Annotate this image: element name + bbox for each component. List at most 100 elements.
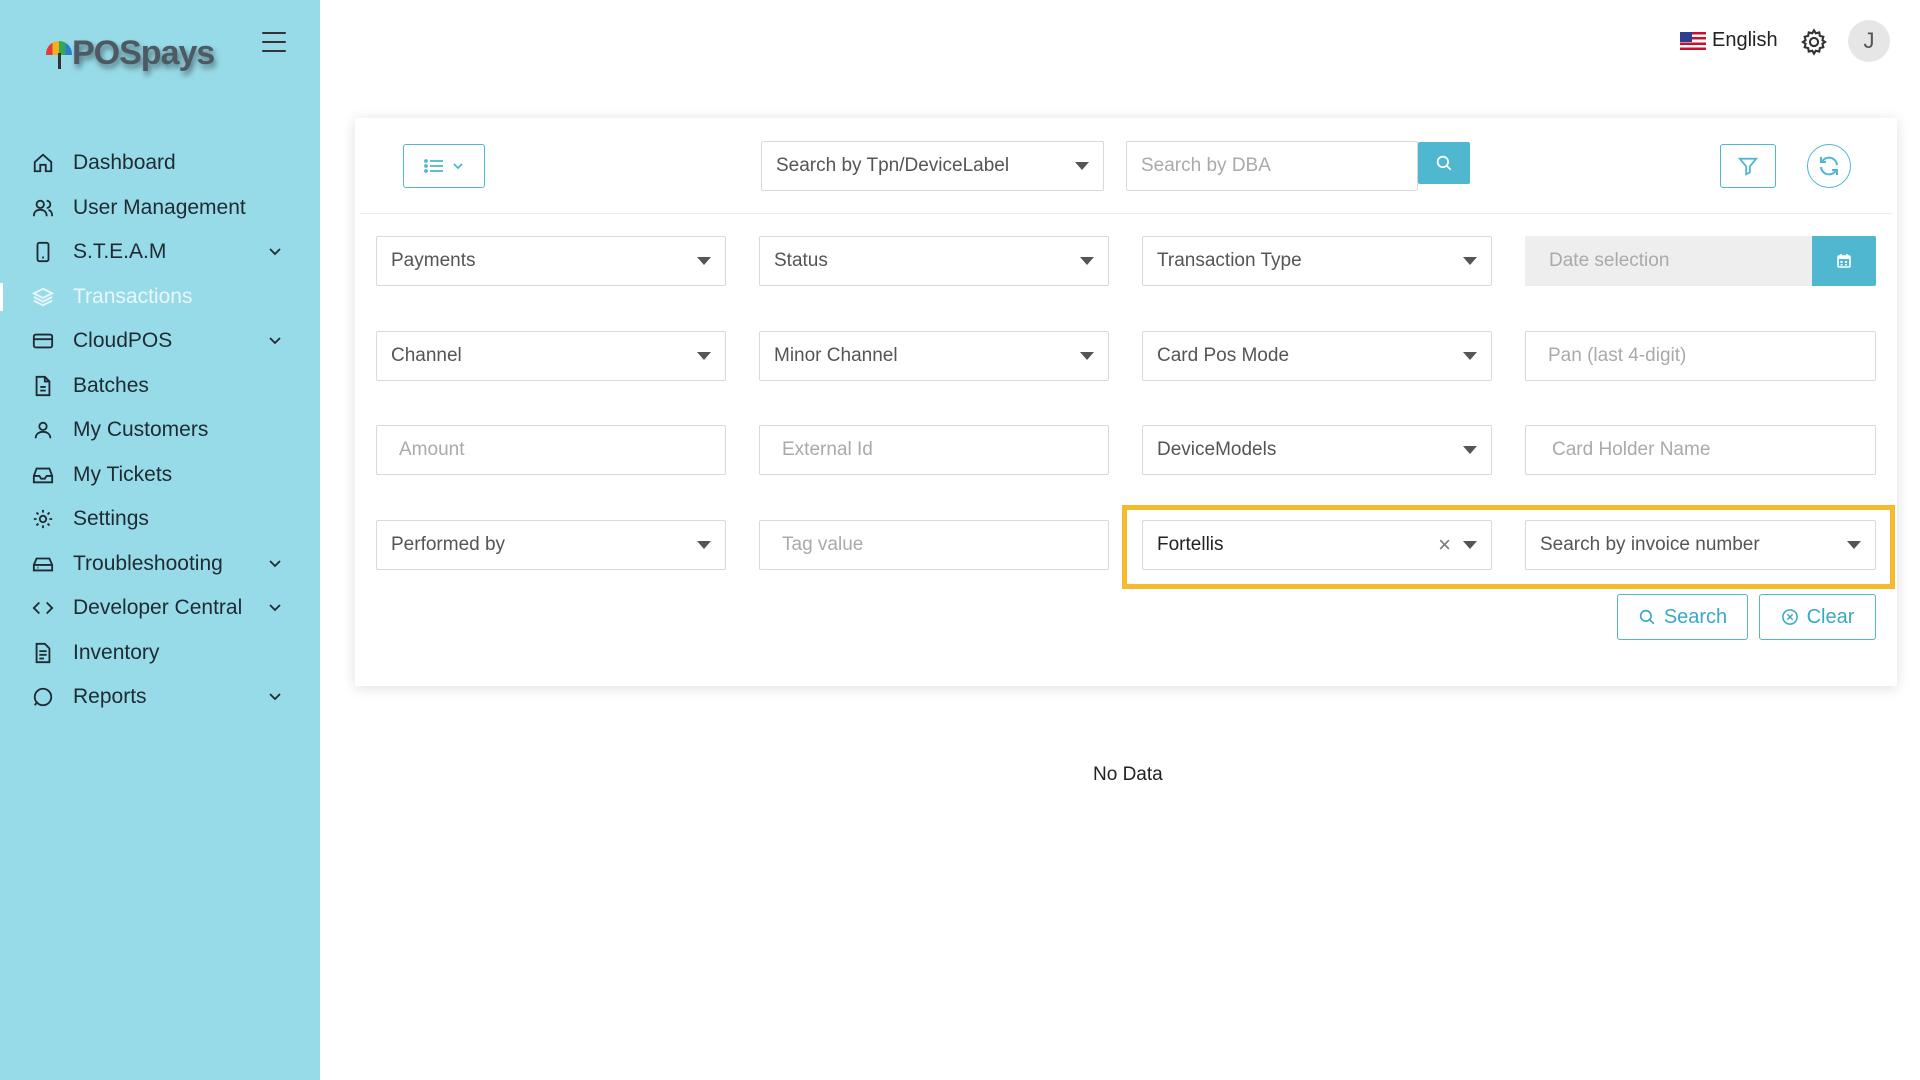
- transaction-type-select-value: Transaction Type: [1157, 250, 1302, 271]
- sidebar-item-batches[interactable]: Batches: [0, 364, 320, 409]
- filter-icon: [1737, 157, 1759, 176]
- chat-icon: [32, 686, 54, 708]
- home-icon: [32, 152, 54, 174]
- caret-down-icon: [1075, 162, 1089, 170]
- clear-button[interactable]: Clear: [1759, 594, 1876, 640]
- filter-toggle-button[interactable]: [1720, 144, 1776, 188]
- device-icon: [32, 241, 54, 263]
- search-button-label: Search: [1663, 605, 1728, 628]
- caret-down-icon: [697, 541, 711, 549]
- gear-icon: [32, 508, 54, 530]
- sidebar-item-label: Troubleshooting: [73, 551, 223, 575]
- tag-value-input[interactable]: Tag value: [759, 520, 1109, 570]
- inbox-icon: [32, 464, 54, 486]
- sidebar-item-label: Transactions: [73, 284, 193, 308]
- sidebar-item-label: Batches: [73, 373, 149, 397]
- caret-down-icon: [1847, 541, 1861, 549]
- amount-placeholder: Amount: [399, 439, 465, 460]
- divider: [360, 213, 1892, 214]
- status-select[interactable]: Status: [759, 236, 1109, 286]
- drive-icon: [32, 553, 54, 575]
- logo-text: POSpays: [72, 34, 215, 72]
- date-selection-placeholder: Date selection: [1549, 250, 1670, 271]
- external-id-input[interactable]: External Id: [759, 425, 1109, 475]
- sidebar-item-developer-central[interactable]: Developer Central: [0, 586, 320, 631]
- caret-down-icon: [697, 352, 711, 360]
- card-holder-name-input[interactable]: Card Holder Name: [1525, 425, 1876, 475]
- sidebar-item-my-tickets[interactable]: My Tickets: [0, 453, 320, 498]
- card-pos-mode-select[interactable]: Card Pos Mode: [1142, 331, 1492, 381]
- transaction-type-select[interactable]: Transaction Type: [1142, 236, 1492, 286]
- minor-channel-select-value: Minor Channel: [774, 345, 898, 366]
- sidebar-item-transactions[interactable]: Transactions: [0, 275, 320, 320]
- sidebar-item-my-customers[interactable]: My Customers: [0, 408, 320, 453]
- clear-button-label: Clear: [1806, 605, 1855, 628]
- sidebar-item-label: Reports: [73, 685, 147, 709]
- card-icon: [32, 330, 54, 352]
- sidebar-item-label: My Tickets: [73, 462, 173, 486]
- calendar-icon: [1837, 254, 1851, 268]
- chevron-down-icon: [269, 693, 281, 701]
- refresh-button[interactable]: [1807, 144, 1851, 188]
- sidebar-item-label: S.T.E.A.M: [73, 240, 167, 264]
- view-options-button[interactable]: [403, 144, 485, 188]
- dba-search-placeholder: Search by DBA: [1141, 155, 1271, 176]
- avatar[interactable]: J: [1848, 20, 1890, 62]
- date-picker-button[interactable]: [1812, 236, 1876, 286]
- clear-selection-icon[interactable]: ×: [1438, 534, 1451, 556]
- sidebar-item-troubleshooting[interactable]: Troubleshooting: [0, 542, 320, 587]
- sidebar-item-inventory[interactable]: Inventory: [0, 631, 320, 676]
- performed-by-select[interactable]: Performed by: [376, 520, 726, 570]
- sidebar-item-settings[interactable]: Settings: [0, 497, 320, 542]
- payments-select[interactable]: Payments: [376, 236, 726, 286]
- user-icon: [32, 419, 54, 441]
- caret-down-icon: [1463, 446, 1477, 454]
- umbrella-logo-icon: [42, 39, 76, 69]
- caret-down-icon: [1463, 541, 1477, 549]
- sidebar-item-label: Inventory: [73, 640, 160, 664]
- sidebar-item-steam[interactable]: S.T.E.A.M: [0, 230, 320, 275]
- sidebar-item-user-management[interactable]: User Management: [0, 186, 320, 231]
- sidebar-nav: Dashboard User Management S.T.E.A.M Tran…: [0, 141, 320, 720]
- dba-search-input[interactable]: Search by DBA: [1126, 141, 1418, 191]
- sidebar-item-cloudpos[interactable]: CloudPOS: [0, 319, 320, 364]
- sidebar-item-label: User Management: [73, 195, 246, 219]
- date-selection-input[interactable]: Date selection: [1525, 236, 1812, 286]
- channel-select[interactable]: Channel: [376, 331, 726, 381]
- device-models-select-value: DeviceModels: [1157, 439, 1277, 460]
- amount-input[interactable]: Amount: [376, 425, 726, 475]
- minor-channel-select[interactable]: Minor Channel: [759, 331, 1109, 381]
- refresh-icon: [1820, 156, 1838, 176]
- settings-gear-icon[interactable]: [1800, 28, 1828, 56]
- pan-placeholder: Pan (last 4-digit): [1548, 345, 1687, 366]
- chevron-down-icon: [453, 163, 463, 170]
- chevron-down-icon: [269, 559, 281, 567]
- pan-last-4-input[interactable]: Pan (last 4-digit): [1525, 331, 1876, 381]
- dba-search-button[interactable]: [1418, 142, 1470, 184]
- caret-down-icon: [1080, 257, 1094, 265]
- list-icon: [424, 159, 443, 173]
- caret-down-icon: [697, 257, 711, 265]
- card-holder-placeholder: Card Holder Name: [1552, 439, 1711, 460]
- search-button[interactable]: Search: [1617, 594, 1748, 640]
- document-icon: [32, 642, 54, 664]
- sidebar-item-label: Settings: [73, 507, 149, 531]
- users-icon: [32, 197, 54, 219]
- sidebar-item-label: CloudPOS: [73, 329, 173, 353]
- file-icon: [32, 375, 54, 397]
- hamburger-menu-icon[interactable]: [262, 32, 286, 52]
- status-select-value: Status: [774, 250, 828, 271]
- sidebar-item-reports[interactable]: Reports: [0, 675, 320, 720]
- invoice-number-placeholder: Search by invoice number: [1540, 534, 1760, 555]
- tpn-device-label-select[interactable]: Search by Tpn/DeviceLabel: [761, 141, 1104, 191]
- logo[interactable]: POSpays: [42, 34, 215, 73]
- chevron-down-icon: [269, 248, 281, 256]
- close-circle-icon: [1781, 609, 1798, 625]
- payments-select-value: Payments: [391, 250, 476, 271]
- invoice-number-select[interactable]: Search by invoice number: [1525, 520, 1876, 570]
- code-icon: [32, 597, 54, 619]
- sidebar-item-dashboard[interactable]: Dashboard: [0, 141, 320, 186]
- language-selector[interactable]: English: [1680, 29, 1778, 52]
- device-models-select[interactable]: DeviceModels: [1142, 425, 1492, 475]
- integration-select[interactable]: Fortellis ×: [1142, 520, 1492, 570]
